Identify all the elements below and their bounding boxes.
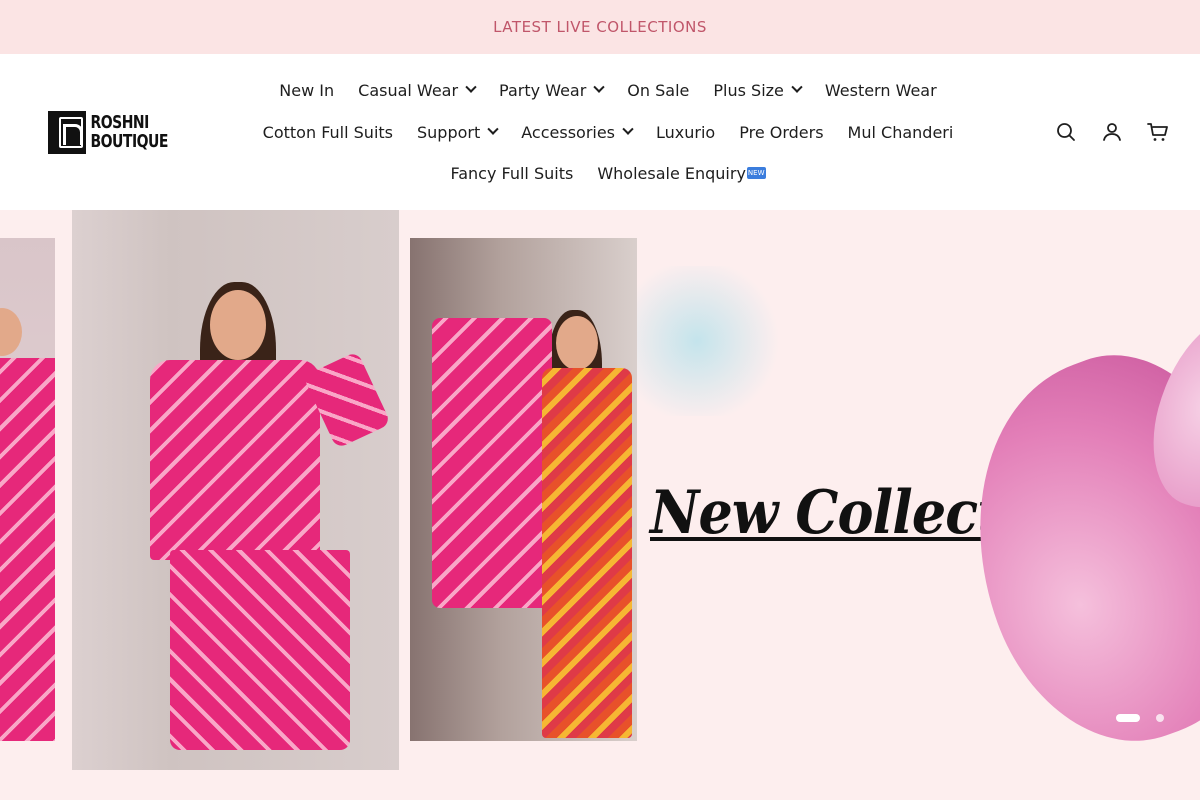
nav-label: Cotton Full Suits	[262, 122, 393, 142]
nav-item-western-wear[interactable]: Western Wear	[825, 79, 937, 101]
account-icon[interactable]	[1100, 120, 1124, 144]
nav-item-accessories[interactable]: Accessories	[521, 121, 634, 143]
brand-logo[interactable]: ROSHNI BOUTIQUE	[48, 111, 168, 154]
nav-item-on-sale[interactable]: On Sale	[627, 79, 689, 101]
nav-label: On Sale	[627, 80, 690, 100]
nav-item-wholesale-enquiry[interactable]: Wholesale Enquiry NEW	[597, 162, 766, 184]
new-badge: NEW	[746, 167, 766, 179]
logo-mark	[48, 111, 87, 154]
model-photo-left	[0, 238, 55, 741]
logo-line-1: ROSHNI	[90, 113, 149, 133]
nav-item-mul-chanderi[interactable]: Mul Chanderi	[848, 121, 954, 143]
nav-label: Support	[417, 122, 481, 142]
nav-label: Western Wear	[824, 80, 937, 100]
nav-item-new-in[interactable]: New In	[279, 79, 334, 101]
logo-line-2: BOUTIQUE	[90, 132, 168, 152]
nav-label: Party Wear	[499, 80, 587, 100]
search-icon[interactable]	[1054, 120, 1078, 144]
model-photo-right	[410, 238, 637, 741]
cart-icon[interactable]	[1146, 120, 1170, 144]
slide-dot-2[interactable]	[1156, 714, 1164, 722]
chevron-down-icon	[593, 81, 605, 93]
slide-pagination	[1116, 714, 1164, 722]
model-photo-center	[72, 210, 399, 770]
chevron-down-icon	[487, 123, 499, 135]
nav-label: Pre Orders	[739, 122, 824, 142]
nav-label: Accessories	[521, 122, 616, 142]
nav-item-casual-wear[interactable]: Casual Wear	[358, 79, 477, 101]
main-navigation: New In Casual Wear Party Wear On Sale Pl…	[240, 54, 976, 210]
sky-backdrop	[637, 266, 787, 416]
announcement-text[interactable]: LATEST LIVE COLLECTIONS	[493, 18, 707, 36]
nav-label: Mul Chanderi	[847, 122, 954, 142]
nav-label: Wholesale Enquiry	[597, 163, 746, 183]
chevron-down-icon	[791, 81, 803, 93]
nav-item-plus-size[interactable]: Plus Size	[713, 79, 803, 101]
nav-row-3: Fancy Full Suits Wholesale Enquiry NEW	[240, 162, 976, 184]
site-header: ROSHNI BOUTIQUE New In Casual Wear Party…	[0, 54, 1200, 210]
nav-label: Fancy Full Suits	[450, 163, 574, 183]
chevron-down-icon	[622, 123, 634, 135]
nav-item-cotton-full-suits[interactable]: Cotton Full Suits	[263, 121, 393, 143]
nav-item-party-wear[interactable]: Party Wear	[499, 79, 605, 101]
hero-slideshow[interactable]: New Collection	[0, 210, 1200, 800]
nav-item-support[interactable]: Support	[417, 121, 499, 143]
nav-item-pre-orders[interactable]: Pre Orders	[739, 121, 823, 143]
announcement-bar: LATEST LIVE COLLECTIONS	[0, 0, 1200, 54]
nav-label: Casual Wear	[358, 80, 459, 100]
logo-text: ROSHNI BOUTIQUE	[90, 113, 168, 152]
nav-row-1: New In Casual Wear Party Wear On Sale Pl…	[240, 79, 976, 101]
nav-row-2: Cotton Full Suits Support Accessories Lu…	[240, 121, 976, 143]
slide-dot-1[interactable]	[1116, 714, 1140, 722]
header-icons	[1052, 120, 1172, 144]
flower-petal	[923, 323, 1200, 777]
nav-label: New In	[279, 80, 335, 100]
nav-item-fancy-full-suits[interactable]: Fancy Full Suits	[450, 162, 573, 184]
nav-item-luxurio[interactable]: Luxurio	[656, 121, 715, 143]
chevron-down-icon	[465, 81, 477, 93]
nav-label: Luxurio	[656, 122, 716, 142]
nav-label: Plus Size	[713, 80, 784, 100]
